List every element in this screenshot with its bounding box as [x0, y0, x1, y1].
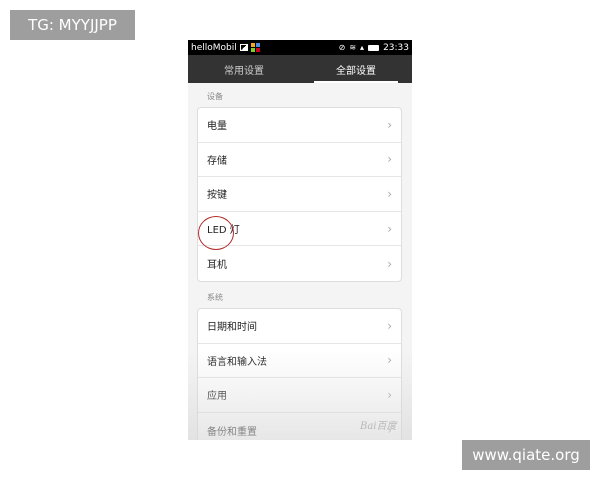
settings-item-language-input[interactable]: 语言和输入法 › — [198, 344, 401, 379]
settings-item-label: 耳机 — [207, 260, 227, 272]
settings-item-label: 备份和重置 — [207, 426, 257, 438]
settings-item-label: 日期和时间 — [207, 322, 257, 334]
section-title-system: 系统 — [207, 293, 223, 302]
device-group: 电量 › 存储 › 按键 › LED 灯 › 耳机 › — [197, 107, 402, 282]
chevron-right-icon: › — [387, 221, 392, 236]
baidu-watermark: Bai百度 — [360, 421, 397, 432]
settings-item-label: 应用 — [207, 391, 227, 403]
settings-item-label: 按键 — [207, 190, 227, 202]
tab-all-settings-label: 全部设置 — [336, 65, 376, 77]
colorful-grid-icon — [250, 43, 260, 52]
chevron-right-icon: › — [387, 186, 392, 201]
phone-screen: helloMobil ⊘ ≋ ▴ 23:33 常用设置 全部设置 设备 电量 › … — [188, 40, 412, 440]
settings-item-storage[interactable]: 存储 › — [198, 143, 401, 178]
settings-item-buttons[interactable]: 按键 › — [198, 177, 401, 212]
top-tag: TG: MYYJJPP — [10, 10, 135, 40]
section-title-device: 设备 — [207, 92, 223, 101]
bottom-tag-text: www.qiate.org — [472, 446, 580, 464]
settings-item-led[interactable]: LED 灯 › — [198, 212, 401, 247]
chevron-right-icon: › — [387, 318, 392, 333]
signal-icon: ▴ — [360, 43, 365, 52]
status-bar: helloMobil ⊘ ≋ ▴ 23:33 — [188, 40, 412, 55]
chevron-right-icon: › — [387, 387, 392, 402]
battery-icon — [368, 44, 380, 51]
tab-bar: 常用设置 全部设置 — [188, 55, 412, 83]
top-tag-text: TG: MYYJJPP — [28, 16, 117, 34]
status-time: 23:33 — [383, 42, 409, 53]
chevron-right-icon: › — [387, 256, 392, 271]
settings-item-label: 电量 — [207, 121, 227, 133]
settings-item-headset[interactable]: 耳机 › — [198, 246, 401, 281]
chevron-right-icon: › — [387, 152, 392, 167]
settings-item-apps[interactable]: 应用 › — [198, 378, 401, 413]
bottom-tag: www.qiate.org — [462, 440, 590, 470]
settings-item-label: LED 灯 — [207, 225, 240, 237]
tab-common-settings-label: 常用设置 — [224, 65, 264, 77]
tab-all-settings[interactable]: 全部设置 — [300, 55, 412, 83]
settings-item-date-time[interactable]: 日期和时间 › — [198, 309, 401, 344]
image-icon — [239, 44, 248, 51]
mute-icon: ⊘ — [338, 43, 346, 52]
wifi-icon: ≋ — [349, 43, 357, 52]
status-app-name: helloMobil — [191, 42, 237, 53]
settings-item-battery[interactable]: 电量 › — [198, 108, 401, 143]
chevron-right-icon: › — [387, 117, 392, 132]
tab-common-settings[interactable]: 常用设置 — [188, 55, 300, 83]
settings-item-label: 语言和输入法 — [207, 356, 267, 368]
chevron-right-icon: › — [387, 353, 392, 368]
settings-item-label: 存储 — [207, 155, 227, 167]
